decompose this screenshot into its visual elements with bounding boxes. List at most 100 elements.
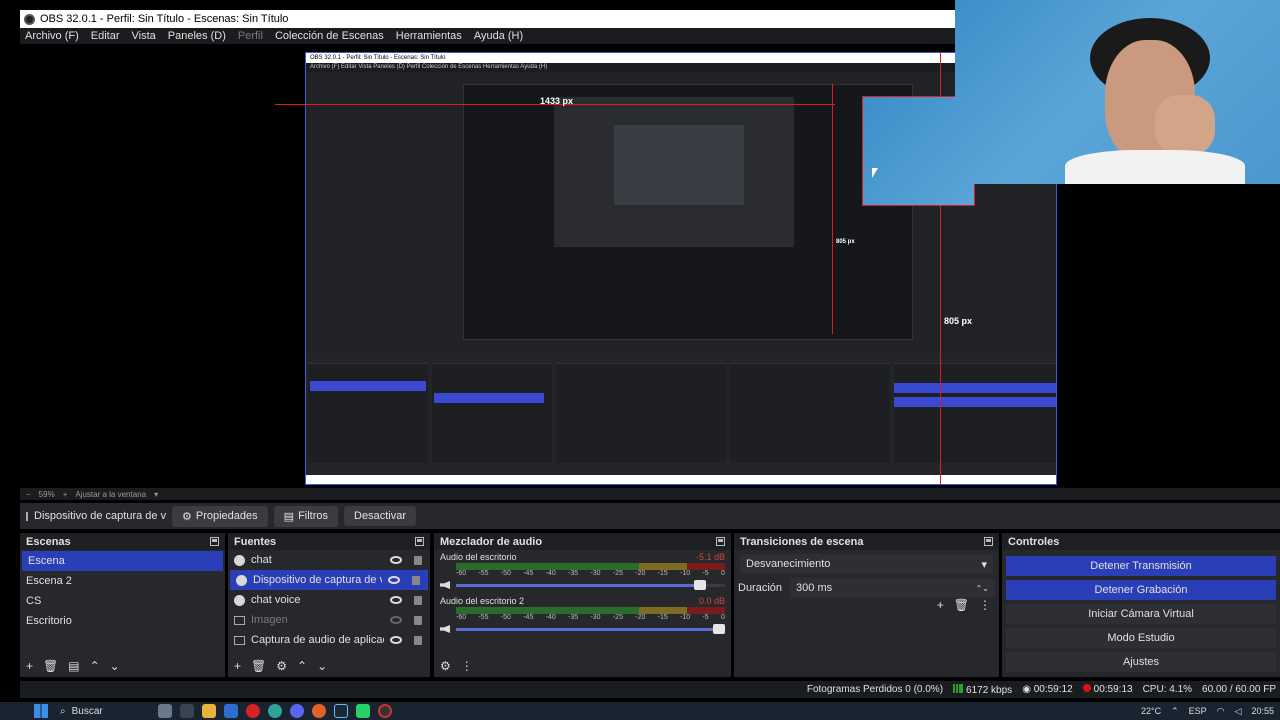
- image-icon: [234, 615, 245, 625]
- remove-transition-icon[interactable]: 🗑: [954, 598, 969, 612]
- steam-icon[interactable]: [334, 704, 348, 718]
- zoom-dropdown-icon[interactable]: ▾: [154, 490, 158, 499]
- visibility-hidden-icon[interactable]: [390, 616, 402, 624]
- browser-icon[interactable]: [312, 704, 326, 718]
- duration-row: Duración 300 ms ⌃⌄: [738, 578, 995, 598]
- duration-label: Duración: [738, 582, 783, 594]
- source-item[interactable]: Imagen: [228, 610, 430, 630]
- visibility-eye-icon[interactable]: [388, 576, 400, 584]
- filters-button[interactable]: ▤ Filtros: [273, 505, 339, 527]
- visibility-eye-icon[interactable]: [390, 556, 402, 564]
- stream-time: ◉ 00:59:12: [1022, 684, 1073, 695]
- source-item[interactable]: chat: [228, 550, 430, 570]
- move-up-icon[interactable]: ⌃: [90, 659, 100, 673]
- transition-actions: + 🗑 ⋮: [937, 598, 991, 612]
- stop-recording-button[interactable]: Detener Grabación: [1006, 580, 1276, 600]
- properties-button[interactable]: ⚙ Propiedades: [172, 505, 268, 527]
- scene-item[interactable]: Escena: [22, 551, 223, 571]
- move-down-icon[interactable]: ⌄: [317, 659, 327, 673]
- clock[interactable]: 20:55: [1251, 706, 1274, 716]
- task-view-icon[interactable]: [180, 704, 194, 718]
- undock-icon[interactable]: [984, 537, 993, 546]
- deactivate-button[interactable]: Desactivar: [344, 506, 416, 526]
- size-label-right: 805 px: [944, 316, 973, 326]
- undock-icon[interactable]: [415, 537, 424, 546]
- mixer-settings-icon[interactable]: ⚙: [440, 659, 451, 673]
- visibility-eye-icon[interactable]: [390, 636, 402, 644]
- studio-mode-button[interactable]: Modo Estudio: [1006, 628, 1276, 648]
- tray-chevron-icon[interactable]: ⌃: [1171, 706, 1179, 717]
- stream-icon: ◉: [1022, 684, 1034, 695]
- menu-coleccion-escenas[interactable]: Colección de Escenas: [275, 30, 384, 42]
- source-settings-icon[interactable]: ⚙: [276, 659, 287, 673]
- zoom-out-button[interactable]: −: [26, 490, 31, 499]
- add-scene-icon[interactable]: +: [26, 659, 33, 673]
- mixer-menu-icon[interactable]: ⋮: [461, 659, 473, 673]
- signal-bars-icon: [953, 683, 964, 693]
- obs-taskbar-icon[interactable]: [378, 704, 392, 718]
- zoom-in-button[interactable]: +: [63, 490, 68, 499]
- status-bar: Fotogramas Perdidos 0 (0.0%) 6172 kbps ◉…: [20, 681, 1280, 698]
- transition-menu-icon[interactable]: ⋮: [979, 598, 991, 612]
- volume-slider[interactable]: [440, 623, 725, 634]
- scene-item[interactable]: CS: [20, 591, 225, 611]
- store-icon[interactable]: [224, 704, 238, 718]
- lock-icon[interactable]: [414, 615, 422, 625]
- undock-icon[interactable]: [210, 537, 219, 546]
- mixer-title: Mezclador de audio: [440, 535, 543, 548]
- whatsapp-icon[interactable]: [356, 704, 370, 718]
- move-up-icon[interactable]: ⌃: [297, 659, 307, 673]
- language-indicator[interactable]: ESP: [1189, 706, 1207, 716]
- taskbar-search[interactable]: ⌕ Buscar: [60, 706, 150, 717]
- volume-slider[interactable]: [440, 579, 725, 590]
- duration-spinbox[interactable]: 300 ms ⌃⌄: [790, 578, 995, 598]
- cpu-usage: CPU: 4.1%: [1142, 684, 1193, 695]
- lock-icon[interactable]: [414, 555, 422, 565]
- edge-icon[interactable]: [268, 704, 282, 718]
- settings-button[interactable]: Ajustes: [1006, 652, 1276, 672]
- taskbar-app-icon[interactable]: [158, 704, 172, 718]
- sources-dock: Fuentes chat Dispositivo de captura de v…: [228, 533, 430, 677]
- file-explorer-icon[interactable]: [202, 704, 216, 718]
- globe-icon: [234, 554, 245, 566]
- start-virtual-camera-button[interactable]: Iniciar Cámara Virtual: [1006, 604, 1276, 624]
- menu-editar[interactable]: Editar: [91, 30, 120, 42]
- add-transition-icon[interactable]: +: [937, 598, 944, 612]
- opera-icon[interactable]: [246, 704, 260, 718]
- source-item[interactable]: Captura de audio de aplicación (BE: [228, 630, 430, 650]
- volume-icon[interactable]: ◁: [1235, 706, 1242, 717]
- menu-herramientas[interactable]: Herramientas: [396, 30, 462, 42]
- transition-selected: Desvanecimiento: [746, 558, 831, 570]
- speaker-icon[interactable]: [440, 625, 450, 633]
- stop-streaming-button[interactable]: Detener Transmisión: [1006, 556, 1276, 576]
- remove-source-icon[interactable]: 🗑: [251, 659, 266, 673]
- spinner-arrows-icon[interactable]: ⌃⌄: [976, 584, 989, 593]
- windows-start-icon[interactable]: [34, 704, 48, 718]
- remove-scene-icon[interactable]: 🗑: [43, 659, 58, 673]
- controls-dock-title: Controles: [1002, 533, 1280, 550]
- menu-paneles[interactable]: Paneles (D): [168, 30, 226, 42]
- nested-dock-scenes: [308, 363, 428, 463]
- undock-icon[interactable]: [716, 537, 725, 546]
- discord-icon[interactable]: [290, 704, 304, 718]
- transition-select[interactable]: Desvanecimiento ▾: [740, 554, 993, 574]
- scene-filters-icon[interactable]: ▤: [68, 659, 79, 673]
- menu-vista[interactable]: Vista: [132, 30, 156, 42]
- scene-item[interactable]: Escena 2: [20, 571, 225, 591]
- add-source-icon[interactable]: +: [234, 659, 241, 673]
- speaker-icon[interactable]: [440, 581, 450, 589]
- lock-icon[interactable]: [414, 635, 422, 645]
- menu-perfil[interactable]: Perfil: [238, 30, 263, 42]
- lock-icon[interactable]: [412, 575, 420, 585]
- menu-archivo[interactable]: Archivo (F): [25, 30, 79, 42]
- menu-ayuda[interactable]: Ayuda (H): [474, 30, 523, 42]
- move-down-icon[interactable]: ⌄: [110, 659, 120, 673]
- scenes-dock-title: Escenas: [20, 533, 225, 550]
- visibility-eye-icon[interactable]: [390, 596, 402, 604]
- source-item[interactable]: Dispositivo de captura de video: [230, 570, 428, 590]
- scene-item[interactable]: Escritorio: [20, 611, 225, 631]
- lock-icon[interactable]: [414, 595, 422, 605]
- zoom-fit-label[interactable]: Ajustar a la ventana: [75, 490, 146, 499]
- source-item[interactable]: chat voice: [228, 590, 430, 610]
- wifi-icon[interactable]: ◠: [1217, 706, 1225, 717]
